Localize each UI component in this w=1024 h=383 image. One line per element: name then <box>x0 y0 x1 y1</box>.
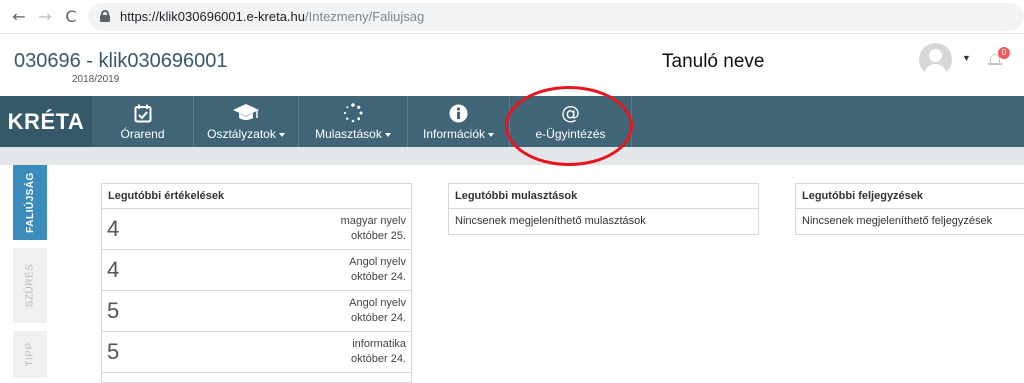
list-item[interactable]: 5 Angol nyelv október 24. <box>102 291 411 332</box>
notification-badge: 0 <box>998 47 1010 59</box>
spinner-icon <box>299 103 407 123</box>
empty-message: Nincsenek megjeleníthető feljegyzések <box>802 215 993 227</box>
forward-arrow-icon[interactable]: → <box>36 8 54 26</box>
app-header: 030696 - klik030696001 2018/2019 Tanuló … <box>0 34 1024 96</box>
school-year: 2018/2019 <box>72 74 120 85</box>
panel-title: Legutóbbi értékelések <box>102 184 411 209</box>
panel-title: Legutóbbi mulasztások <box>449 184 758 209</box>
grade-subject: informatika <box>352 338 406 350</box>
nav-item-label: Osztályzatok <box>194 127 298 141</box>
side-tab-label: SZŰRÉS <box>24 263 36 308</box>
grade-date: október 24. <box>350 353 406 365</box>
grade-date: október 24. <box>350 312 406 324</box>
absences-panel: Legutóbbi mulasztások Nincsenek megjelen… <box>448 183 759 235</box>
list-item[interactable]: 4 Angol nyelv október 24. <box>102 250 411 291</box>
student-name: Tanuló neve <box>662 51 765 72</box>
nav-item-orarend[interactable]: Órarend <box>92 96 194 147</box>
nav-item-osztalyzatok[interactable]: Osztályzatok <box>194 96 299 147</box>
list-item[interactable]: 5 informatika október 24. <box>102 332 411 373</box>
url-path: /Intezmeny/Faliujsag <box>305 9 425 24</box>
nav-item-label-text: Információk <box>422 127 486 141</box>
nav-item-label: Órarend <box>120 127 165 141</box>
list-item[interactable]: 4 magyar nyelv október 25. <box>102 209 411 250</box>
main-nav: KRÉTA Órarend Osztályzatok Mulasztások I… <box>0 96 1024 147</box>
caret-down-icon <box>488 132 495 137</box>
grade-value: 4 <box>107 216 120 241</box>
url-text: https://klik030696001.e-kreta.hu/Intezme… <box>120 9 424 24</box>
notes-panel: Legutóbbi feljegyzések Nincsenek megjele… <box>795 183 1024 235</box>
at-sign-icon: @ <box>561 102 580 124</box>
grade-subject: Angol nyelv <box>349 256 406 268</box>
side-tab-faliujsag[interactable]: FALIÚJSÁG <box>13 165 47 240</box>
caret-down-icon[interactable]: ▼ <box>962 53 971 63</box>
side-tab-label: TIPP <box>24 342 36 367</box>
grade-subject: Angol nyelv <box>349 297 406 309</box>
reload-icon[interactable]: C <box>62 8 80 26</box>
grade-value: 5 <box>107 339 120 364</box>
grade-date: október 24. <box>350 271 406 283</box>
url-host: https://klik030696001.e-kreta.hu <box>120 9 306 24</box>
empty-message: Nincsenek megjeleníthető mulasztások <box>455 215 646 227</box>
grade-subject: magyar nyelv <box>340 215 406 227</box>
side-tab-tipp[interactable]: TIPP <box>13 331 47 378</box>
nav-item-label-text: Osztályzatok <box>207 127 276 141</box>
grade-date: október 25. <box>350 230 406 242</box>
nav-item-label: Információk <box>408 127 509 141</box>
calendar-check-icon <box>92 103 193 123</box>
browser-toolbar: ← → C https://klik030696001.e-kreta.hu/I… <box>0 0 1024 34</box>
caret-down-icon <box>384 132 391 137</box>
lock-icon <box>100 10 110 22</box>
side-tab-label: FALIÚJSÁG <box>24 172 36 233</box>
kreta-logo[interactable]: KRÉTA <box>0 96 92 147</box>
nav-item-label: e-Ügyintézés <box>535 127 606 141</box>
nav-item-label-text: Mulasztások <box>315 127 382 141</box>
info-circle-icon <box>408 103 509 123</box>
avatar[interactable] <box>919 43 952 76</box>
grades-panel: Legutóbbi értékelések 4 magyar nyelv okt… <box>101 183 412 383</box>
panel-title: Legutóbbi feljegyzések <box>796 184 1024 209</box>
school-code-title: 030696 - klik030696001 <box>14 50 228 72</box>
nav-item-mulasztasok[interactable]: Mulasztások <box>299 96 408 147</box>
grade-value: 5 <box>107 298 120 323</box>
caret-down-icon <box>278 132 285 137</box>
side-tabs: FALIÚJSÁG SZŰRÉS TIPP <box>0 165 50 378</box>
back-arrow-icon[interactable]: ← <box>10 8 28 26</box>
address-bar[interactable]: https://klik030696001.e-kreta.hu/Intezme… <box>88 3 1024 31</box>
graduation-cap-icon <box>194 103 298 123</box>
grade-value: 4 <box>107 257 120 282</box>
nav-item-informaciok[interactable]: Információk <box>408 96 510 147</box>
side-tab-szures[interactable]: SZŰRÉS <box>13 248 47 323</box>
nav-item-e-ugyintezes[interactable]: @ e-Ügyintézés <box>510 96 632 147</box>
nav-item-label: Mulasztások <box>299 127 407 141</box>
content-top-strip <box>0 147 1024 165</box>
